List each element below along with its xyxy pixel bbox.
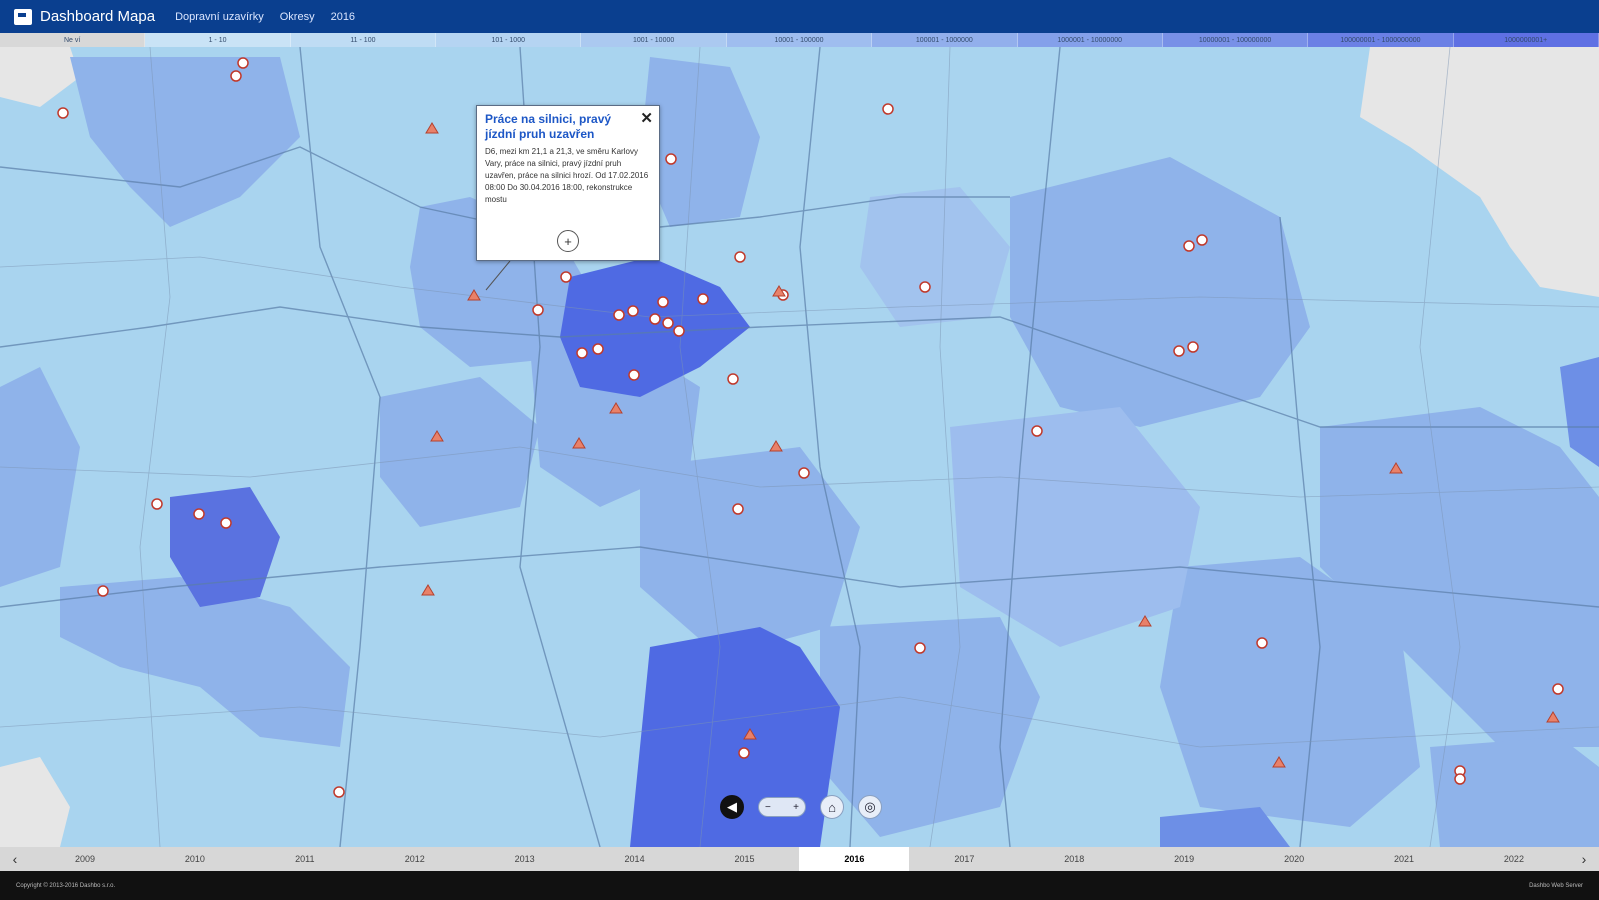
timeline-year[interactable]: 2021 (1349, 847, 1459, 871)
timeline-year[interactable]: 2017 (909, 847, 1019, 871)
timeline-year[interactable]: 2020 (1239, 847, 1349, 871)
timeline-year[interactable]: 2022 (1459, 847, 1569, 871)
closure-marker (649, 313, 661, 325)
closure-marker (628, 369, 640, 381)
closure-marker (237, 57, 249, 69)
closure-marker (914, 642, 926, 654)
closure-marker (613, 309, 625, 321)
closure-marker (576, 347, 588, 359)
legend-range: Ne ví (0, 33, 146, 47)
district-map[interactable] (0, 47, 1599, 847)
legend-range: 101 - 1000 (436, 33, 582, 47)
close-icon[interactable]: ✕ (640, 109, 653, 127)
footer: Copyright © 2013-2016 Dashbo s.r.o. Dash… (0, 871, 1599, 900)
closure-marker (738, 747, 750, 759)
closure-marker (665, 153, 677, 165)
dashboard-icon (14, 8, 32, 25)
locate-button[interactable]: ◎ (858, 795, 882, 819)
closure-marker (220, 517, 232, 529)
top-bar: Dashboard Mapa Dopravní uzavírky Okresy … (0, 0, 1599, 33)
closure-marker (1173, 345, 1185, 357)
timeline-year[interactable]: 2018 (1019, 847, 1129, 871)
closure-marker (1552, 683, 1564, 695)
timeline-year[interactable]: 2012 (360, 847, 470, 871)
timeline-year[interactable]: 2019 (1129, 847, 1239, 871)
closure-marker (1454, 773, 1466, 785)
nav-districts[interactable]: Okresy (280, 11, 315, 23)
legend-range: 100001 - 1000000 (872, 33, 1018, 47)
closure-marker (1187, 341, 1199, 353)
closure-marker (734, 251, 746, 263)
closure-marker (97, 585, 109, 597)
timeline-year[interactable]: 2013 (470, 847, 580, 871)
closure-marker (1196, 234, 1208, 246)
timeline-year[interactable]: 2011 (250, 847, 360, 871)
closure-marker (727, 373, 739, 385)
closure-marker (1031, 425, 1043, 437)
closure-marker (151, 498, 163, 510)
zoom-control[interactable]: − + (758, 797, 806, 817)
popup-body: D6, mezi km 21,1 a 21,3, ve směru Karlov… (485, 147, 649, 204)
nav-traffic-closures[interactable]: Dopravní uzavírky (175, 11, 264, 23)
legend-range: 1000000001+ (1453, 33, 1599, 47)
copyright-text: Copyright © 2013-2016 Dashbo s.r.o. (16, 882, 116, 889)
closure-marker (657, 296, 669, 308)
timeline-years: 2009 2010 2011 2012 2013 2014 2015 2016 … (30, 847, 1569, 871)
legend-range: 10000001 - 100000000 (1162, 33, 1309, 47)
nav-year[interactable]: 2016 (331, 11, 355, 23)
logo: Dashboard Mapa (14, 8, 175, 25)
zoom-out-button[interactable]: − (765, 802, 771, 813)
closure-marker (627, 305, 639, 317)
timeline-prev-button[interactable]: ‹ (0, 851, 30, 867)
closure-marker (57, 107, 69, 119)
legend-range: 100000001 - 1000000000 (1308, 33, 1454, 47)
timeline-year[interactable]: 2015 (690, 847, 800, 871)
home-button[interactable]: ⌂ (820, 795, 844, 819)
closure-marker (798, 467, 810, 479)
closure-marker (333, 786, 345, 798)
closure-marker (193, 508, 205, 520)
legend-range: 11 - 100 (290, 33, 437, 47)
timeline-year-active[interactable]: 2016 (799, 847, 910, 871)
back-button[interactable]: ◀ (720, 795, 744, 819)
server-text: Dashbo Web Server (1529, 882, 1583, 889)
closure-marker (592, 343, 604, 355)
closure-marker (732, 503, 744, 515)
more-info-button[interactable]: + (557, 230, 579, 252)
year-timeline: ‹ 2009 2010 2011 2012 2013 2014 2015 201… (0, 847, 1599, 871)
closure-marker (919, 281, 931, 293)
legend-bar: Ne ví 1 - 10 11 - 100 101 - 1000 1001 - … (0, 33, 1599, 47)
legend-range: 1 - 10 (145, 33, 291, 47)
timeline-year[interactable]: 2014 (580, 847, 690, 871)
closure-marker (532, 304, 544, 316)
legend-range: 10001 - 100000 (726, 33, 873, 47)
timeline-year[interactable]: 2009 (30, 847, 140, 871)
timeline-year[interactable]: 2010 (140, 847, 250, 871)
app-title: Dashboard Mapa (40, 8, 156, 25)
closure-marker (662, 317, 674, 329)
popup-title: Práce na silnici, pravý jízdní pruh uzav… (485, 112, 612, 141)
legend-range: 1000001 - 10000000 (1017, 33, 1163, 47)
closure-marker (1256, 637, 1268, 649)
closure-marker (882, 103, 894, 115)
map-controls: ◀ − + ⌂ ◎ (720, 795, 896, 819)
closure-marker (673, 325, 685, 337)
district[interactable] (1430, 737, 1599, 847)
closure-marker (1183, 240, 1195, 252)
timeline-next-button[interactable]: › (1569, 851, 1599, 867)
map-canvas[interactable] (0, 47, 1599, 847)
info-popup: ✕ Práce na silnici, pravý jízdní pruh uz… (476, 105, 660, 261)
closure-marker (230, 70, 242, 82)
closure-marker (560, 271, 572, 283)
zoom-in-button[interactable]: + (793, 802, 799, 813)
closure-marker (697, 293, 709, 305)
legend-range: 1001 - 10000 (581, 33, 727, 47)
